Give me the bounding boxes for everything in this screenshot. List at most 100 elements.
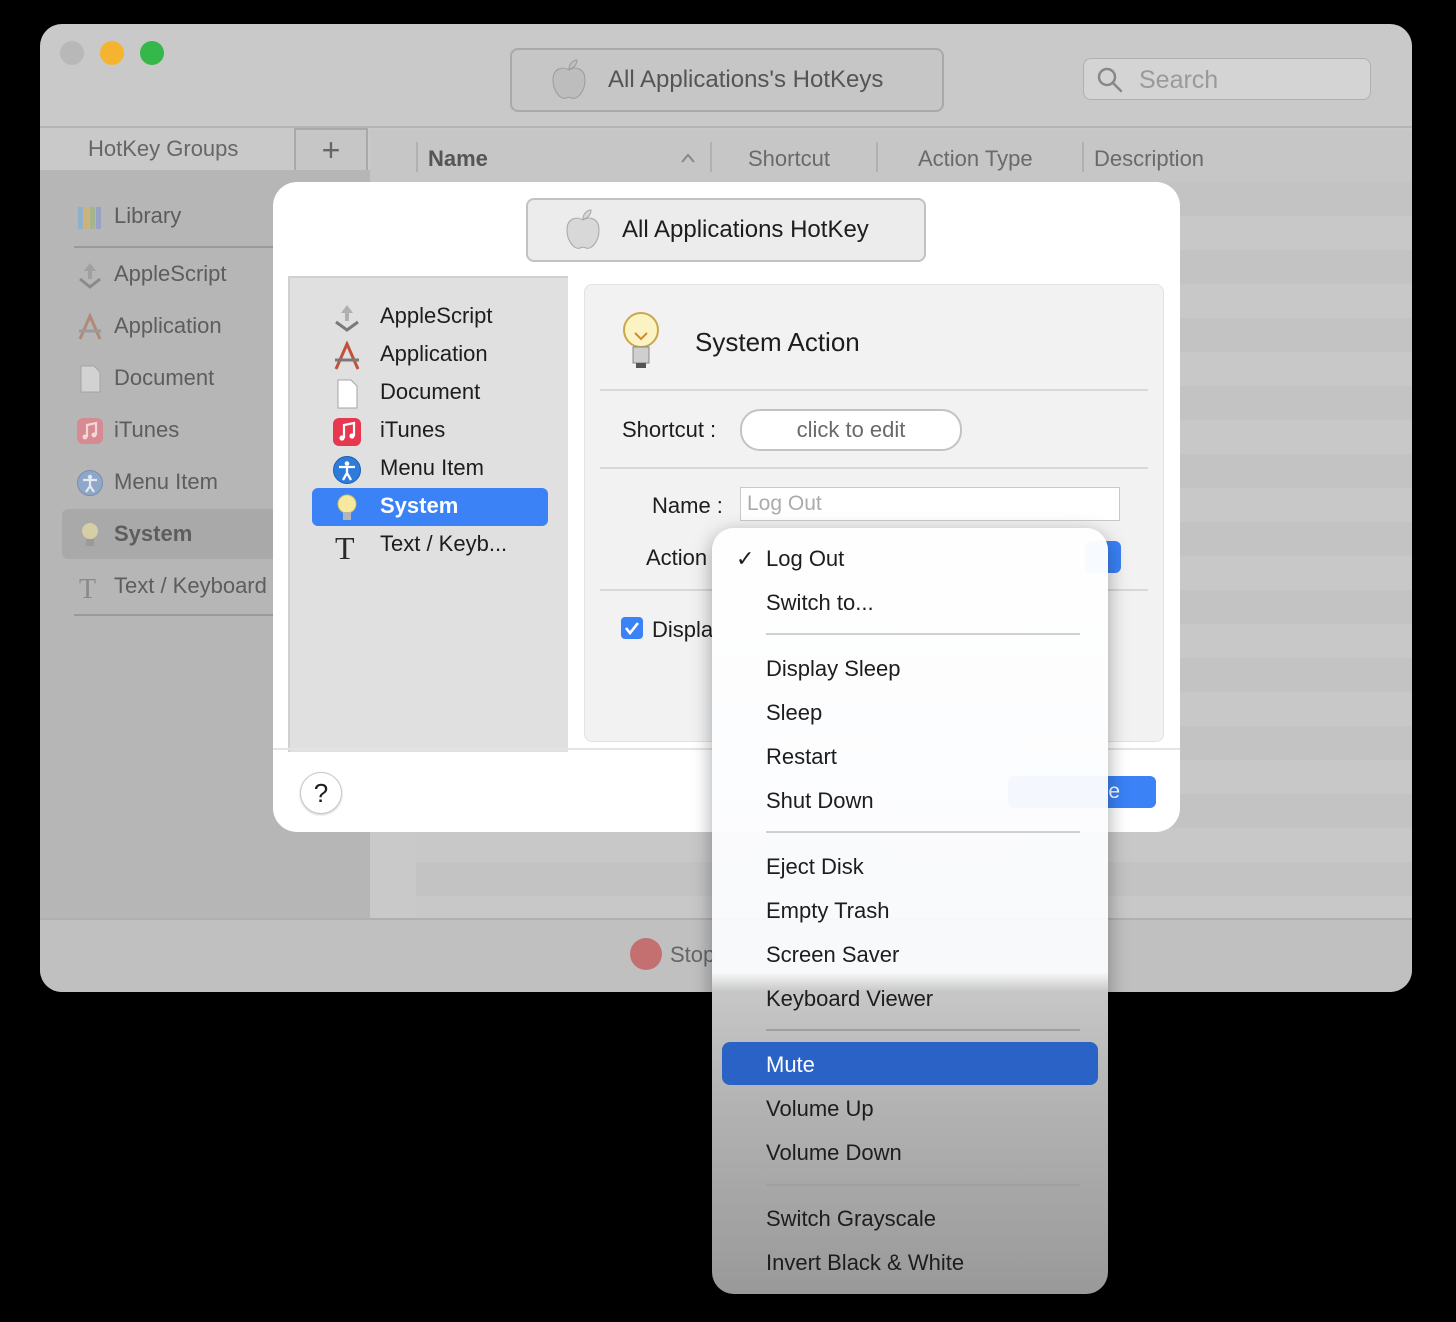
sidebar-item-label: iTunes xyxy=(114,417,180,442)
document-icon xyxy=(337,379,358,409)
menu-item-switch-grayscale[interactable]: Switch Grayscale xyxy=(766,1206,936,1232)
minimize-window-button[interactable] xyxy=(100,41,124,65)
lightbulb-icon xyxy=(623,312,659,368)
menu-item-sleep[interactable]: Sleep xyxy=(766,700,822,726)
stop-icon[interactable] xyxy=(630,938,662,970)
accessibility-icon xyxy=(333,456,361,484)
column-header-name[interactable]: Name xyxy=(428,146,488,172)
type-item-label: Text / Keyb... xyxy=(380,531,508,556)
action-popup-menu: ✓ Log Out Switch to... Display Sleep Sle… xyxy=(712,528,1108,1294)
type-item-application[interactable]: Application xyxy=(312,336,548,374)
sidebar-item-label: Text / Keyboard xyxy=(114,573,267,598)
type-item-text-keyboard[interactable]: T Text / Keyb... xyxy=(312,526,548,564)
type-item-document[interactable]: Document xyxy=(312,374,548,412)
sidebar-item-label: Library xyxy=(114,203,182,228)
menu-item-log-out[interactable]: Log Out xyxy=(766,546,844,572)
accessibility-icon xyxy=(77,470,103,496)
display-checkbox-label: Displa xyxy=(652,617,714,642)
menu-item-switch-to[interactable]: Switch to... xyxy=(766,590,874,616)
action-label: Action xyxy=(646,545,708,570)
svg-text:T: T xyxy=(335,531,355,561)
menu-item-screen-saver[interactable]: Screen Saver xyxy=(766,942,899,968)
toolbar-divider xyxy=(40,126,1412,128)
name-field[interactable] xyxy=(740,487,1120,521)
type-item-system[interactable]: System xyxy=(312,488,548,526)
sidebar-item-label: Application xyxy=(114,313,222,338)
hotkey-groups-label: HotKey Groups xyxy=(88,136,239,161)
column-divider xyxy=(710,142,712,172)
type-item-applescript[interactable]: AppleScript xyxy=(312,298,548,336)
menu-item-keyboard-viewer[interactable]: Keyboard Viewer xyxy=(766,986,933,1012)
menu-item-mute[interactable]: Mute xyxy=(766,1052,815,1078)
itunes-icon xyxy=(77,418,103,444)
panel-divider xyxy=(600,467,1148,469)
stop-label[interactable]: Stop xyxy=(670,942,715,968)
apple-icon xyxy=(552,59,586,99)
menu-item-volume-up[interactable]: Volume Up xyxy=(766,1096,874,1122)
document-icon xyxy=(80,365,101,393)
shortcut-label: Shortcut : xyxy=(622,417,717,442)
close-window-button[interactable] xyxy=(60,41,84,65)
column-header-shortcut[interactable]: Shortcut xyxy=(748,146,830,172)
applescript-icon xyxy=(335,305,359,332)
menu-separator xyxy=(766,1184,1080,1186)
panel-heading: System Action xyxy=(695,327,860,357)
shortcut-recorder[interactable]: click to edit xyxy=(740,409,962,451)
table-header: Name Shortcut Action Type Description xyxy=(370,130,1412,182)
itunes-icon xyxy=(333,418,361,446)
app-scope-button[interactable]: All Applications's HotKeys xyxy=(510,48,944,112)
search-icon xyxy=(1097,67,1123,93)
zoom-window-button[interactable] xyxy=(140,41,164,65)
sidebar-divider xyxy=(74,246,274,248)
menu-item-shut-down[interactable]: Shut Down xyxy=(766,788,874,814)
applescript-icon xyxy=(79,263,101,289)
menu-item-volume-down[interactable]: Volume Down xyxy=(766,1140,902,1166)
type-item-label: Application xyxy=(380,341,488,366)
apple-icon xyxy=(566,209,600,249)
name-label: Name : xyxy=(652,493,723,518)
application-icon xyxy=(334,341,360,370)
menu-item-empty-trash[interactable]: Empty Trash xyxy=(766,898,889,924)
help-button[interactable]: ? xyxy=(300,772,342,814)
sidebar-item-label: Document xyxy=(114,365,215,390)
sidebar-item-system[interactable]: System xyxy=(62,509,282,559)
application-icon xyxy=(78,313,102,340)
column-divider xyxy=(1082,142,1084,172)
menu-separator xyxy=(766,831,1080,833)
column-header-action-type[interactable]: Action Type xyxy=(918,146,1033,172)
menu-item-display-sleep[interactable]: Display Sleep xyxy=(766,656,901,682)
menu-separator xyxy=(766,1029,1080,1031)
menu-item-eject-disk[interactable]: Eject Disk xyxy=(766,854,864,880)
lightbulb-icon xyxy=(337,494,357,520)
display-checkbox[interactable] xyxy=(621,617,643,639)
search-field[interactable]: Search xyxy=(1083,58,1371,100)
library-icon xyxy=(78,207,101,229)
checkmark-icon: ✓ xyxy=(736,546,755,571)
sidebar-divider xyxy=(74,614,274,616)
checkmark-icon xyxy=(624,622,640,636)
svg-text:T: T xyxy=(79,574,96,601)
panel-divider xyxy=(600,389,1148,391)
sheet-scope-label: All Applications HotKey xyxy=(622,216,869,243)
type-item-label: System xyxy=(380,493,459,518)
type-item-label: iTunes xyxy=(380,417,446,442)
lightbulb-icon xyxy=(82,523,98,546)
column-divider xyxy=(416,142,418,172)
sheet-scope-button[interactable]: All Applications HotKey xyxy=(526,198,926,262)
column-header-description[interactable]: Description xyxy=(1094,146,1204,172)
menu-item-restart[interactable]: Restart xyxy=(766,744,837,770)
sort-ascending-icon xyxy=(681,153,695,163)
text-icon: T xyxy=(335,531,355,561)
menu-item-invert-black-white[interactable]: Invert Black & White xyxy=(766,1250,964,1276)
type-item-label: Menu Item xyxy=(380,455,484,480)
search-placeholder: Search xyxy=(1139,66,1219,94)
type-item-itunes[interactable]: iTunes xyxy=(312,412,548,450)
sidebar-item-label: System xyxy=(114,521,193,546)
add-group-button[interactable]: + xyxy=(294,128,368,174)
column-divider xyxy=(876,142,878,172)
type-item-menu-item[interactable]: Menu Item xyxy=(312,450,548,488)
action-type-list: AppleScript Application Document iTunes … xyxy=(288,276,568,752)
type-item-label: AppleScript xyxy=(380,303,493,328)
app-scope-label: All Applications's HotKeys xyxy=(608,66,884,93)
sidebar-item-label: AppleScript xyxy=(114,261,227,286)
